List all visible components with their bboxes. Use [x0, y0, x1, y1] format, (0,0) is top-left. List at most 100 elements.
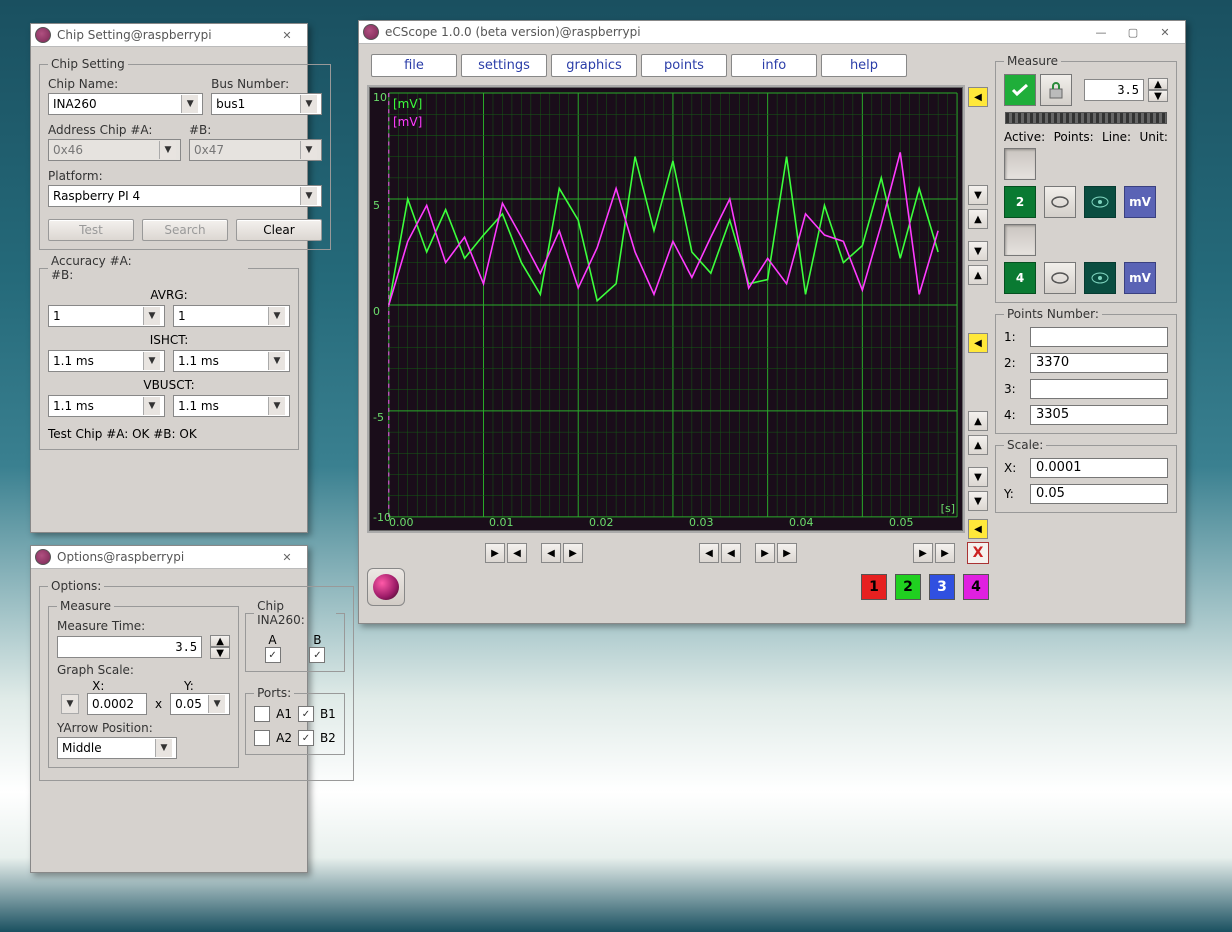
channel-2-button[interactable]: 2: [895, 574, 921, 600]
run-button[interactable]: [1004, 74, 1036, 106]
platform-field[interactable]: Raspberry PI 4▼: [48, 185, 322, 207]
addr-b-field[interactable]: 0x47▼: [189, 139, 322, 161]
hscroll-right2-icon[interactable]: ▶: [563, 543, 583, 563]
ishct-b-field[interactable]: 1.1 ms▼: [173, 350, 290, 372]
avrg-b-field[interactable]: 1▼: [173, 305, 290, 327]
chevron-down-icon[interactable]: ▼: [268, 352, 285, 370]
addr-a-field[interactable]: 0x46▼: [48, 139, 181, 161]
menu-graphics[interactable]: graphics: [551, 54, 637, 77]
maximize-icon[interactable]: ▢: [1117, 23, 1149, 41]
oscilloscope-graph[interactable]: 10 5 0 -5 -10 [mV] [mV] 0.00 0.01 0.02 0…: [367, 85, 965, 533]
hscroll-right1-icon[interactable]: ▶: [485, 543, 505, 563]
scale-y-field[interactable]: 0.05▼: [170, 693, 230, 715]
ch2-unit-button[interactable]: mV: [1124, 186, 1156, 218]
ch3-active-button[interactable]: [1004, 224, 1036, 256]
scroll-down-fine-icon[interactable]: ▼: [968, 241, 988, 261]
spin-up-icon[interactable]: ▲: [210, 635, 230, 647]
scroll-up3-icon[interactable]: ▲: [968, 435, 988, 455]
scroll-up-fine-icon[interactable]: ▲: [968, 209, 988, 229]
scroll-down3-icon[interactable]: ▼: [968, 491, 988, 511]
ch2-active-button[interactable]: 2: [1004, 186, 1036, 218]
scale-x-field[interactable]: 0.0002: [87, 693, 147, 715]
menu-info[interactable]: info: [731, 54, 817, 77]
close-icon[interactable]: ✕: [271, 26, 303, 44]
hscroll-left2-icon[interactable]: ◀: [541, 543, 561, 563]
progress-slider[interactable]: [1005, 112, 1167, 124]
test-button[interactable]: Test: [48, 219, 134, 241]
hscroll-right6-icon[interactable]: ▶: [935, 543, 955, 563]
titlebar[interactable]: eCScope 1.0.0 (beta version)@raspberrypi…: [359, 21, 1185, 44]
chevron-down-icon[interactable]: ▼: [268, 397, 285, 415]
chevron-down-icon[interactable]: ▼: [300, 187, 317, 205]
vbusct-a-field[interactable]: 1.1 ms▼: [48, 395, 165, 417]
close-icon[interactable]: ✕: [1149, 23, 1181, 41]
channel-1-button[interactable]: 1: [861, 574, 887, 600]
menu-settings[interactable]: settings: [461, 54, 547, 77]
scale-y-field[interactable]: 0.05: [1030, 484, 1168, 504]
ch4-line-button[interactable]: [1084, 262, 1116, 294]
channel-4-button[interactable]: 4: [963, 574, 989, 600]
ch4-unit-button[interactable]: mV: [1124, 262, 1156, 294]
marker-mid-icon[interactable]: ◀: [968, 333, 988, 353]
port-a2-check[interactable]: [254, 730, 270, 746]
spin-down-icon[interactable]: ▼: [1148, 90, 1168, 102]
chip-a-check[interactable]: ✓: [265, 647, 281, 663]
close-icon[interactable]: ✕: [271, 548, 303, 566]
chevron-down-icon[interactable]: ▼: [143, 397, 160, 415]
hscroll-left4-icon[interactable]: ◀: [721, 543, 741, 563]
scale-x-field[interactable]: 0.0001: [1030, 458, 1168, 478]
marker-bottom-icon[interactable]: ◀: [968, 519, 988, 539]
chevron-down-icon[interactable]: ▼: [143, 307, 160, 325]
menu-help[interactable]: help: [821, 54, 907, 77]
vbusct-b-field[interactable]: 1.1 ms▼: [173, 395, 290, 417]
minimize-icon[interactable]: —: [1085, 23, 1117, 41]
hscroll-right3-icon[interactable]: ▶: [755, 543, 775, 563]
ishct-a-field[interactable]: 1.1 ms▼: [48, 350, 165, 372]
chevron-down-icon[interactable]: ▼: [300, 95, 317, 113]
chevron-down-icon[interactable]: ▼: [143, 352, 160, 370]
hscroll-right4-icon[interactable]: ▶: [777, 543, 797, 563]
port-b2-check[interactable]: ✓: [298, 730, 314, 746]
p3-field[interactable]: [1030, 379, 1168, 399]
clear-button[interactable]: Clear: [236, 219, 322, 241]
scroll-up-coarse-icon[interactable]: ▲: [968, 265, 988, 285]
hscroll-left3-icon[interactable]: ◀: [699, 543, 719, 563]
p1-field[interactable]: [1030, 327, 1168, 347]
ch4-active-button[interactable]: 4: [1004, 262, 1036, 294]
chevron-down-icon[interactable]: ▼: [208, 695, 225, 713]
menu-points[interactable]: points: [641, 54, 727, 77]
p2-field[interactable]: 3370: [1030, 353, 1168, 373]
chevron-down-icon[interactable]: ▼: [159, 141, 176, 159]
chevron-down-icon[interactable]: ▼: [300, 141, 317, 159]
hscroll-left1-icon[interactable]: ◀: [507, 543, 527, 563]
search-button[interactable]: Search: [142, 219, 228, 241]
ch4-points-button[interactable]: [1044, 262, 1076, 294]
titlebar[interactable]: Chip Setting@raspberrypi ✕: [31, 24, 307, 47]
chip-b-check[interactable]: ✓: [309, 647, 325, 663]
port-b1-check[interactable]: ✓: [298, 706, 314, 722]
channel-3-button[interactable]: 3: [929, 574, 955, 600]
chevron-down-icon[interactable]: ▼: [61, 694, 79, 714]
port-a1-check[interactable]: [254, 706, 270, 722]
avrg-a-field[interactable]: 1▼: [48, 305, 165, 327]
ch2-points-button[interactable]: [1044, 186, 1076, 218]
measure-spin-field[interactable]: 3.5: [1084, 79, 1144, 101]
menu-file[interactable]: file: [371, 54, 457, 77]
scroll-up2-icon[interactable]: ▲: [968, 411, 988, 431]
scroll-down-coarse-icon[interactable]: ▼: [968, 185, 988, 205]
ch1-active-button[interactable]: [1004, 148, 1036, 180]
measure-time-field[interactable]: 3.5: [57, 636, 202, 658]
p4-field[interactable]: 3305: [1030, 405, 1168, 425]
bus-number-field[interactable]: bus1▼: [211, 93, 322, 115]
spin-up-icon[interactable]: ▲: [1148, 78, 1168, 90]
chevron-down-icon[interactable]: ▼: [155, 739, 172, 757]
marker-top-icon[interactable]: ◀: [968, 87, 988, 107]
yarrow-field[interactable]: Middle▼: [57, 737, 177, 759]
titlebar[interactable]: Options@raspberrypi ✕: [31, 546, 307, 569]
chevron-down-icon[interactable]: ▼: [181, 95, 198, 113]
ch2-line-button[interactable]: [1084, 186, 1116, 218]
scroll-down2-icon[interactable]: ▼: [968, 467, 988, 487]
record-button[interactable]: [367, 568, 405, 606]
lock-button[interactable]: [1040, 74, 1072, 106]
chip-name-field[interactable]: INA260▼: [48, 93, 203, 115]
